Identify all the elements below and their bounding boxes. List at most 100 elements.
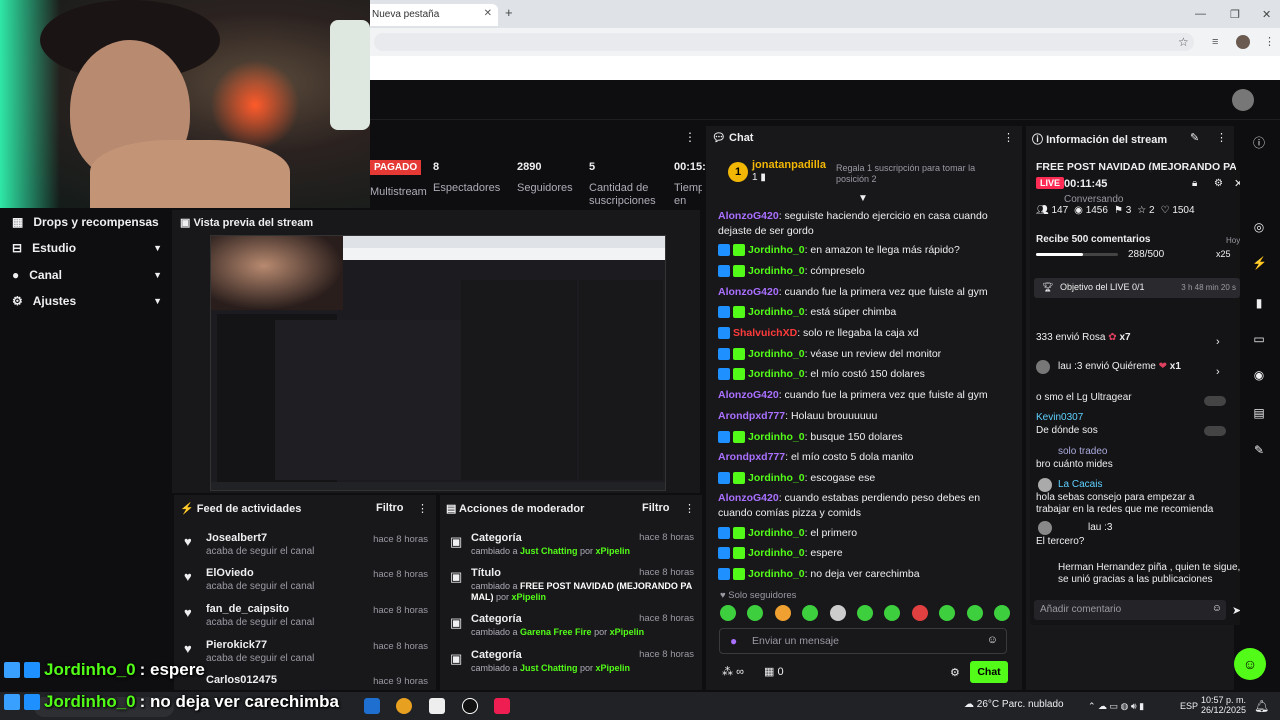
feed-menu-icon[interactable]: ⋮ [417, 502, 428, 515]
chat-text: : el primero [804, 527, 858, 539]
nav-studio[interactable]: ⊟ Estudio ▼ [12, 235, 162, 261]
nav-settings[interactable]: ⚙ Ajustes ▼ [12, 288, 162, 314]
toggle[interactable] [1204, 426, 1226, 436]
notifications-icon[interactable]: 🔔︎ [1254, 699, 1269, 713]
browser-tab[interactable]: Nueva pestaña ✕ [364, 4, 498, 26]
mod-row: ▣ Categoría cambiado a Garena Free Fire … [450, 613, 694, 637]
browser-menu-icon[interactable]: ⋮ [1264, 35, 1275, 48]
wrench-icon[interactable]: ✎ [1252, 443, 1266, 457]
chat-icon[interactable]: ▭ [1252, 332, 1266, 346]
info-menu-icon[interactable]: ⋮ [1216, 131, 1227, 144]
mod-menu-icon[interactable]: ⋮ [684, 502, 695, 515]
mod-filter-button[interactable]: Filtro [642, 502, 670, 514]
lock-icon[interactable]: 🔒︎ [1192, 178, 1197, 189]
chat-message: Jordinho_0: el mío costó 150 dolares [718, 367, 1008, 382]
bookmark-star-icon[interactable]: ☆ [1178, 35, 1189, 49]
chat-username[interactable]: Jordinho_0 [748, 265, 805, 277]
chat-username[interactable]: Jordinho_0 [748, 568, 805, 580]
comment-user: lau :3 [1088, 522, 1113, 533]
close-tab-icon[interactable]: ✕ [484, 8, 492, 19]
clock[interactable]: 10:57 p. m. 26/12/2025 [1200, 695, 1246, 715]
chat-username[interactable]: AlonzoG420 [718, 286, 779, 298]
nav-channel[interactable]: ● Canal ▼ [12, 262, 162, 288]
chat-username[interactable]: Jordinho_0 [748, 431, 805, 443]
chat-username[interactable]: AlonzoG420 [718, 389, 779, 401]
new-tab-icon[interactable]: + [505, 6, 519, 20]
extensions-icon[interactable]: ≡ [1212, 36, 1218, 48]
chat-settings-icon[interactable]: ⚙ [950, 666, 960, 679]
chat-menu-icon[interactable]: ⋮ [1003, 131, 1014, 144]
help-chat-icon[interactable]: ☺ [1234, 648, 1266, 680]
emote[interactable] [829, 605, 846, 621]
tray-icons[interactable]: ⌃ ☁ ▭ ◍ 🔊︎ ▮ [1088, 701, 1144, 712]
emote[interactable] [802, 605, 819, 621]
chevron-right-icon[interactable]: › [1216, 366, 1220, 378]
chat-input[interactable]: ● Enviar un mensaje ☺ [719, 628, 1007, 654]
server-icon[interactable]: ▤ [1252, 406, 1266, 420]
chat-username[interactable]: Jordinho_0 [748, 368, 805, 380]
chat-username[interactable]: AlonzoG420 [718, 210, 779, 222]
send-chat-button[interactable]: Chat [970, 661, 1008, 683]
chat-username[interactable]: Jordinho_0 [748, 472, 805, 484]
chat-username[interactable]: Jordinho_0 [748, 527, 805, 539]
comment-input[interactable]: Añadir comentario ☺ [1034, 600, 1226, 620]
chevron-right-icon[interactable]: › [1216, 336, 1220, 348]
emote[interactable] [884, 605, 901, 621]
minimize-icon[interactable]: — [1195, 8, 1206, 20]
emote[interactable] [939, 605, 956, 621]
profile-avatar[interactable] [1236, 35, 1250, 49]
broadcast-icon[interactable]: ◉ [1252, 368, 1266, 382]
store-icon[interactable] [429, 698, 445, 714]
chat-message: Jordinho_0: en amazon te llega más rápid… [718, 243, 1008, 258]
chat-username[interactable]: ShalvuichXD [733, 327, 797, 339]
gifts-display[interactable]: ▦ 0 [764, 665, 784, 678]
chat-username[interactable]: Jordinho_0 [748, 306, 805, 318]
language-indicator[interactable]: ESP [1180, 701, 1198, 711]
emote[interactable] [856, 605, 873, 621]
emote[interactable] [993, 605, 1010, 621]
feed-filter-button[interactable]: Filtro [376, 502, 404, 514]
info-icon[interactable]: ⓘ [1252, 134, 1266, 150]
chat-text: : el mío costó 150 dolares [804, 368, 925, 380]
chrome-icon[interactable] [396, 698, 412, 714]
gift-event: lau :3 envió Quiéreme ❤ x1 [1036, 360, 1246, 374]
weather-widget[interactable]: ☁ 26°C Parc. nublado [964, 699, 1064, 710]
heart-icon: ♥ [184, 605, 192, 620]
poll-icon[interactable]: ▮ [1252, 296, 1266, 310]
chat-message: Arondpxd777: Holauu brouuuuuu [718, 409, 1008, 424]
subs-value: 5 [589, 161, 596, 173]
settings-icon[interactable]: ⚙ [1214, 178, 1223, 189]
omnibox[interactable] [374, 33, 1194, 51]
bolt-icon[interactable]: ⚡ [1252, 256, 1267, 270]
emote[interactable] [911, 605, 928, 621]
collapse-icon[interactable]: ▼ [858, 193, 868, 204]
stream-preview-video[interactable] [210, 235, 666, 491]
obs-icon[interactable] [462, 698, 478, 714]
tiktok-icon[interactable] [494, 698, 510, 714]
target-icon[interactable]: ◎ [1252, 220, 1266, 234]
emote[interactable] [774, 605, 791, 621]
chat-username[interactable]: Jordinho_0 [748, 547, 805, 559]
chat-username[interactable]: Jordinho_0 [748, 244, 805, 256]
toggle[interactable] [1204, 396, 1226, 406]
chat-username[interactable]: Arondpxd777 [718, 451, 785, 463]
emote[interactable] [747, 605, 764, 621]
stats-menu-icon[interactable]: ⋮ [684, 130, 696, 144]
chat-username[interactable]: Jordinho_0 [748, 348, 805, 360]
user-avatar[interactable] [1232, 89, 1254, 111]
emote[interactable] [966, 605, 983, 621]
chat-text: : el mío costo 5 dola manito [785, 451, 914, 463]
chat-username[interactable]: Arondpxd777 [718, 410, 785, 422]
restore-icon[interactable]: ❐ [1230, 8, 1240, 21]
badge-icon [718, 472, 730, 485]
comment-text: bro cuánto mides [1036, 459, 1113, 470]
live-badge: LIVE [1036, 177, 1065, 189]
nav-drops[interactable]: ▦ Drops y recompensas [12, 209, 162, 235]
close-window-icon[interactable]: ✕ [1262, 8, 1271, 21]
chat-username[interactable]: AlonzoG420 [718, 492, 779, 504]
mail-icon[interactable] [364, 698, 380, 714]
points-display[interactable]: ⁂ ∞ [722, 665, 744, 678]
edit-icon[interactable]: ✎ [1190, 131, 1199, 144]
emote[interactable] [720, 605, 736, 621]
pinned-user[interactable]: jonatanpadilla [752, 159, 826, 171]
